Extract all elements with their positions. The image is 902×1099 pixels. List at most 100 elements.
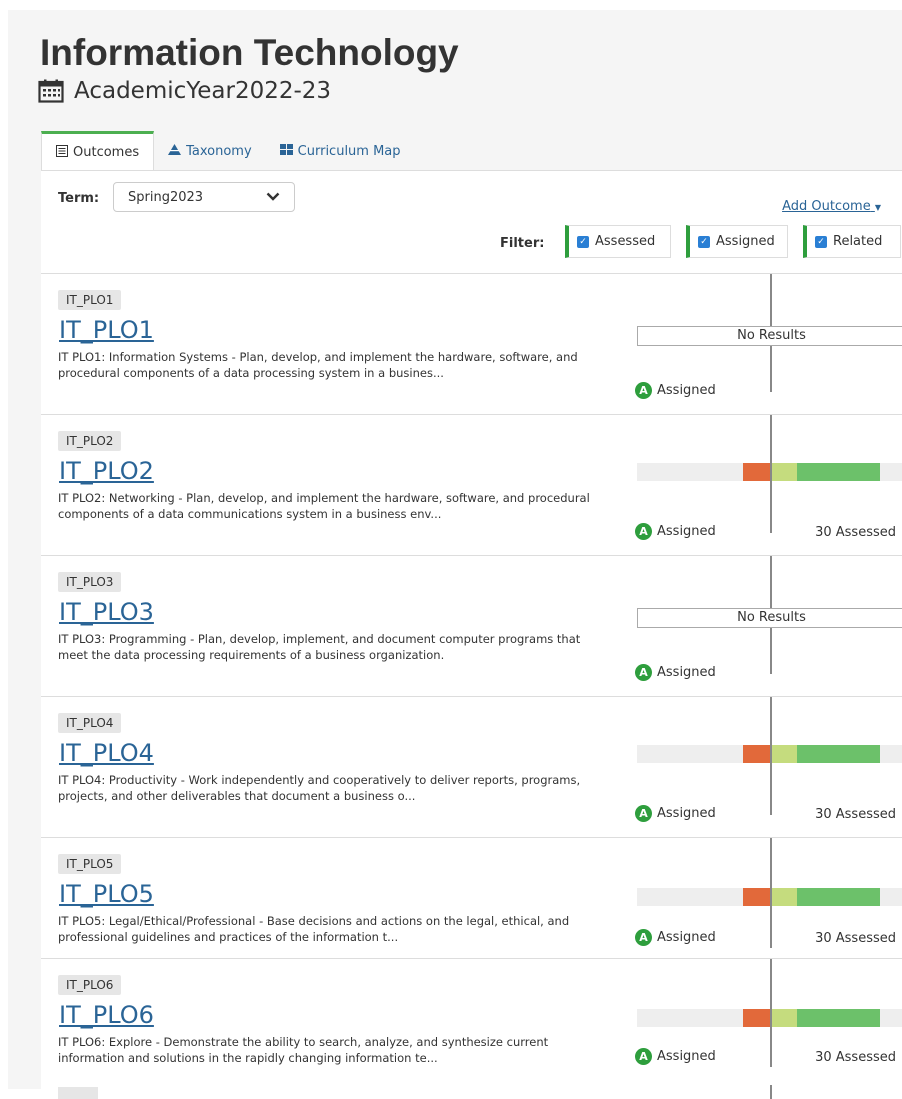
assigned-label: Assigned <box>657 665 716 680</box>
outcome-description: IT PLO3: Programming - Plan, develop, im… <box>58 632 581 662</box>
assigned-icon: A <box>635 1048 652 1065</box>
assessed-count: 30 Assessed <box>815 1050 896 1065</box>
target-line <box>770 838 772 948</box>
list-icon <box>56 144 68 161</box>
tab-curriculum-map-label: Curriculum Map <box>297 143 401 159</box>
results-bar-above <box>797 463 880 481</box>
results-bar-near <box>772 463 797 481</box>
results-bar-below <box>743 463 772 481</box>
assigned-icon: A <box>635 382 652 399</box>
assigned-icon: A <box>635 664 652 681</box>
assigned-status: A Assigned <box>635 664 716 681</box>
outcome-row-partial <box>41 1077 902 1099</box>
results-bar-above <box>797 1009 880 1027</box>
assessed-count: 30 Assessed <box>815 931 896 946</box>
outcome-title-link[interactable]: IT_PLO3 <box>59 598 154 626</box>
tab-outcomes-label: Outcomes <box>73 145 140 160</box>
results-bar-below <box>743 1009 772 1027</box>
page-title: Information Technology <box>40 32 459 73</box>
assigned-icon: A <box>635 523 652 540</box>
target-line <box>770 1085 772 1099</box>
results-bar-near <box>772 745 797 763</box>
outcome-title-link[interactable]: IT_PLO6 <box>59 1001 154 1029</box>
academic-year-subtitle: AcademicYear2022-23 <box>38 78 331 104</box>
outcomes-panel: Term: Spring2023 Add Outcome ▼ Filter: ✓… <box>41 170 902 1099</box>
filter-related-label: Related <box>833 234 883 249</box>
assigned-status: A Assigned <box>635 523 716 540</box>
add-outcome-link[interactable]: Add Outcome ▼ <box>782 199 881 214</box>
filter-label: Filter: <box>500 236 545 251</box>
outcome-code-badge: IT_PLO6 <box>58 975 122 995</box>
results-bar-near <box>772 888 797 906</box>
outcome-row: IT_PLO3 IT_PLO3 IT PLO3: Programming - P… <box>41 556 902 697</box>
tab-curriculum-map[interactable]: Curriculum Map <box>266 131 415 171</box>
results-bar-below <box>743 745 772 763</box>
outcome-row: IT_PLO2 IT_PLO2 IT PLO2: Networking - Pl… <box>41 415 902 556</box>
tab-bar: Outcomes Taxonomy Curriculum Map <box>41 127 902 171</box>
term-select[interactable]: Spring2023 <box>113 182 295 212</box>
assigned-label: Assigned <box>657 806 716 821</box>
assigned-icon: A <box>635 805 652 822</box>
term-label: Term: <box>58 191 100 206</box>
filter-assessed[interactable]: ✓ Assessed <box>565 225 671 258</box>
outcome-description: IT PLO2: Networking - Plan, develop, and… <box>58 491 590 521</box>
no-results-box: No Results <box>637 608 902 628</box>
assigned-label: Assigned <box>657 524 716 539</box>
academic-year-label: AcademicYear2022-23 <box>74 78 332 104</box>
outcome-code-badge: IT_PLO5 <box>58 854 122 874</box>
outcome-code-badge: IT_PLO2 <box>58 431 122 451</box>
filter-related[interactable]: ✓ Related <box>803 225 901 258</box>
outcome-row: IT_PLO1 IT_PLO1 IT PLO1: Information Sys… <box>41 274 902 415</box>
target-line <box>770 697 772 815</box>
outcome-title-link[interactable]: IT_PLO2 <box>59 457 154 485</box>
outcome-description: IT PLO6: Explore - Demonstrate the abili… <box>58 1035 549 1065</box>
assigned-status: A Assigned <box>635 805 716 822</box>
results-bar-below <box>743 888 772 906</box>
assigned-label: Assigned <box>657 383 716 398</box>
outcome-title-link[interactable]: IT_PLO5 <box>59 880 154 908</box>
assigned-label: Assigned <box>657 930 716 945</box>
results-bar-above <box>797 888 880 906</box>
outcome-title-link[interactable]: IT_PLO1 <box>59 316 154 344</box>
no-results-box: No Results <box>637 326 902 346</box>
grid-icon <box>279 143 293 159</box>
outcome-code-badge: IT_PLO3 <box>58 572 122 592</box>
assigned-icon: A <box>635 929 652 946</box>
outcome-description: IT PLO5: Legal/Ethical/Professional - Ba… <box>58 914 570 944</box>
outcome-description: IT PLO4: Productivity - Work independent… <box>58 773 581 803</box>
term-value: Spring2023 <box>128 189 204 205</box>
assigned-status: A Assigned <box>635 929 716 946</box>
assigned-status: A Assigned <box>635 1048 716 1065</box>
outcome-code-badge: IT_PLO4 <box>58 713 122 733</box>
filter-assessed-label: Assessed <box>595 234 656 249</box>
calendar-icon <box>38 79 64 103</box>
outcome-row: IT_PLO6 IT_PLO6 IT PLO6: Explore - Demon… <box>41 959 902 1078</box>
tab-outcomes[interactable]: Outcomes <box>41 131 155 171</box>
tab-taxonomy[interactable]: Taxonomy <box>154 131 266 171</box>
target-line <box>770 959 772 1067</box>
outcome-title-link[interactable]: IT_PLO4 <box>59 739 154 767</box>
chevron-down-icon <box>266 190 280 205</box>
controls-bar: Term: Spring2023 Add Outcome ▼ Filter: ✓… <box>41 171 902 274</box>
results-bar-near <box>772 1009 797 1027</box>
results-bar-above <box>797 745 880 763</box>
caret-down-icon: ▼ <box>874 203 881 212</box>
outcome-row: IT_PLO4 IT_PLO4 IT PLO4: Productivity - … <box>41 697 902 838</box>
assigned-status: A Assigned <box>635 382 716 399</box>
filter-assigned[interactable]: ✓ Assigned <box>686 225 788 258</box>
target-line <box>770 415 772 533</box>
tab-taxonomy-label: Taxonomy <box>186 143 252 159</box>
pyramid-icon <box>168 143 182 159</box>
outcome-description: IT PLO1: Information Systems - Plan, dev… <box>58 350 578 380</box>
assessed-count: 30 Assessed <box>815 525 896 540</box>
checkbox-checked-icon: ✓ <box>815 235 827 248</box>
page-background: Information Technology AcademicYear2022-… <box>8 10 902 1099</box>
assessed-count: 30 Assessed <box>815 807 896 822</box>
add-outcome-label: Add Outcome <box>782 199 871 214</box>
checkbox-checked-icon: ✓ <box>577 235 589 248</box>
outcome-code-badge: IT_PLO1 <box>58 290 122 310</box>
filter-assigned-label: Assigned <box>716 234 775 249</box>
assigned-label: Assigned <box>657 1049 716 1064</box>
outcome-row: IT_PLO5 IT_PLO5 IT PLO5: Legal/Ethical/P… <box>41 838 902 959</box>
checkbox-checked-icon: ✓ <box>698 235 710 248</box>
